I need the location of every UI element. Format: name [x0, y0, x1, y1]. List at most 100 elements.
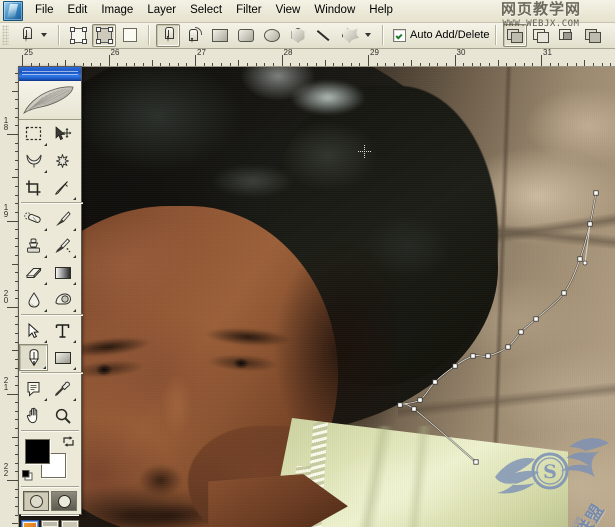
ruler-tick-minor	[82, 63, 84, 66]
magic-wand-tool[interactable]	[48, 147, 77, 174]
ruler-tick-minor	[463, 63, 465, 66]
rectangular-marquee-icon	[25, 126, 42, 141]
line-tool-button[interactable]	[312, 24, 336, 47]
slice-tool[interactable]	[48, 174, 77, 201]
auto-add-delete-label: Auto Add/Delete	[410, 29, 490, 41]
ruler-tick-minor	[532, 63, 534, 66]
lasso-tool[interactable]	[19, 147, 48, 174]
ruler-tick-minor	[497, 60, 499, 66]
toolbox-tools-grid	[19, 120, 83, 429]
notes-tool[interactable]	[19, 375, 48, 402]
full-screen-menubar-mode-button[interactable]	[41, 520, 59, 527]
type-tool[interactable]	[48, 317, 77, 344]
tool-flyout-arrow-icon	[73, 398, 76, 401]
paths-icon	[95, 26, 113, 44]
color-swatches	[19, 433, 81, 485]
ruler-tick-minor	[169, 63, 171, 66]
ellipse-tool-button[interactable]	[260, 24, 284, 47]
toolbox-separator-4	[21, 430, 79, 432]
gradient-tool[interactable]	[48, 259, 77, 286]
menu-filter[interactable]: Filter	[229, 2, 269, 20]
line-icon	[317, 29, 331, 41]
ruler-tick-minor	[437, 63, 439, 66]
tool-flyout-arrow-icon	[44, 398, 47, 401]
auto-add-delete-checkbox[interactable]: Auto Add/Delete	[393, 28, 490, 42]
path-selection-tool[interactable]	[19, 317, 48, 344]
ruler-tick-minor	[592, 63, 594, 66]
crop-tool[interactable]	[19, 174, 48, 201]
menu-file[interactable]: File	[28, 2, 61, 20]
tool-preset-chevron-down-icon[interactable]	[41, 33, 47, 37]
crop-icon	[26, 180, 41, 195]
menu-view[interactable]: View	[269, 2, 308, 20]
ruler-label: 18	[3, 116, 9, 132]
quick-mask-mode-button[interactable]	[51, 491, 77, 511]
full-screen-mode-button[interactable]	[61, 520, 79, 527]
eraser-tool[interactable]	[19, 259, 48, 286]
toolbox-title-bar[interactable]	[19, 67, 81, 81]
blur-tool[interactable]	[19, 286, 48, 313]
hand-tool[interactable]	[19, 402, 48, 429]
options-bar-grip[interactable]	[2, 25, 9, 45]
freeform-pen-button[interactable]	[182, 24, 206, 47]
menu-edit[interactable]: Edit	[61, 2, 95, 20]
ruler-label: 21	[3, 375, 9, 392]
marquee-tool[interactable]	[19, 120, 48, 147]
dodge-tool[interactable]	[48, 286, 77, 313]
ruler-label: 26	[110, 48, 120, 57]
intersect-path-areas-button[interactable]	[555, 24, 579, 47]
polygon-tool-button[interactable]	[286, 24, 310, 47]
standard-screen-mode-button[interactable]	[21, 520, 39, 527]
horizontal-ruler[interactable]: 25 26 27 28 29 30 31	[18, 48, 615, 67]
menu-window[interactable]: Window	[307, 2, 362, 20]
add-to-path-area-button[interactable]	[502, 23, 527, 47]
eyedropper-tool[interactable]	[48, 375, 77, 402]
document-canvas[interactable]	[18, 66, 615, 527]
history-brush-tool[interactable]	[48, 232, 77, 259]
default-colors-icon[interactable]	[22, 470, 33, 481]
slice-icon	[55, 180, 68, 195]
zoom-tool[interactable]	[48, 402, 77, 429]
rounded-rectangle-button[interactable]	[234, 24, 258, 47]
toolbox-logo[interactable]	[19, 81, 81, 120]
menu-bar: File Edit Image Layer Select Filter View…	[0, 0, 615, 23]
clone-stamp-tool[interactable]	[19, 232, 48, 259]
pen-tool-button[interactable]	[156, 23, 180, 47]
ruler-tick-minor	[575, 63, 577, 66]
ruler-tick-minor	[385, 63, 387, 66]
ruler-tick-minor	[333, 63, 335, 66]
geometry-options-chevron-down-icon[interactable]	[365, 33, 371, 37]
ruler-label: 28	[283, 48, 293, 57]
exclude-overlapping-areas-button[interactable]	[581, 24, 605, 47]
tool-flyout-arrow-icon	[73, 228, 76, 231]
ruler-tick-minor	[246, 63, 248, 66]
options-separator-1	[58, 25, 60, 45]
fill-pixels-button[interactable]	[118, 24, 142, 47]
menu-image[interactable]: Image	[94, 2, 140, 20]
tool-flyout-arrow-icon	[73, 367, 76, 370]
pen-tool-icon	[20, 27, 33, 43]
tool-flyout-arrow-icon	[44, 143, 47, 146]
menu-help[interactable]: Help	[362, 2, 400, 20]
rounded-rectangle-icon	[238, 28, 254, 42]
standard-mode-button[interactable]	[23, 491, 49, 511]
vertical-ruler[interactable]: 18 19 20 21 22	[0, 66, 19, 527]
foreground-color-swatch[interactable]	[25, 439, 50, 464]
custom-shape-button[interactable]	[338, 24, 362, 47]
active-tool-preset-icon[interactable]	[14, 24, 38, 47]
healing-brush-tool[interactable]	[19, 205, 48, 232]
paths-button[interactable]	[92, 23, 116, 47]
subtract-from-path-area-button[interactable]	[529, 24, 553, 47]
brush-tool[interactable]	[48, 205, 77, 232]
options-bar: Auto Add/Delete	[0, 22, 615, 49]
tool-flyout-arrow-icon	[44, 255, 47, 258]
rectangle-tool-button[interactable]	[208, 24, 232, 47]
swap-colors-icon[interactable]	[63, 436, 74, 447]
pen-tool[interactable]	[19, 344, 48, 371]
menu-select[interactable]: Select	[183, 2, 229, 20]
shape-layers-button[interactable]	[66, 24, 90, 47]
move-tool[interactable]	[48, 120, 77, 147]
ruler-tick-minor	[402, 63, 404, 66]
shape-tool[interactable]	[48, 344, 77, 371]
menu-layer[interactable]: Layer	[140, 2, 183, 20]
